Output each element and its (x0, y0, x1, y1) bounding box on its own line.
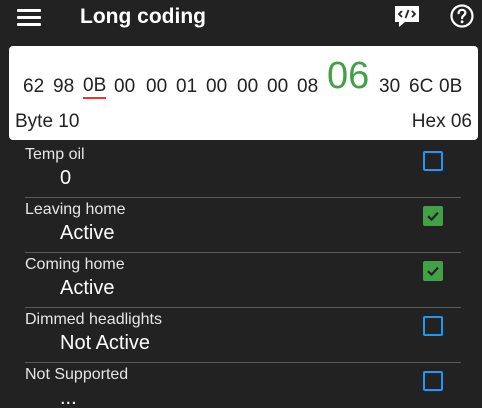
hex-byte[interactable]: 00 (114, 75, 135, 99)
help-circle-icon[interactable] (450, 4, 474, 28)
hex-byte[interactable]: 00 (146, 75, 167, 99)
byte-panel: 62 98 0B 00 00 01 00 00 00 08 06 30 6C 0B Byte 10 Hex… (9, 46, 478, 140)
option-value: Active (60, 222, 115, 244)
option-row[interactable]: Not Supported... (25, 363, 461, 408)
hex-value-label: Hex 06 (411, 111, 472, 132)
hex-byte[interactable]: 01 (176, 75, 197, 99)
page-title: Long coding (80, 5, 206, 28)
hex-byte[interactable]: 98 (53, 75, 74, 99)
hex-byte-selected[interactable]: 0B (83, 75, 107, 99)
hex-byte[interactable]: 08 (297, 75, 318, 99)
code-bubble-icon[interactable] (393, 4, 421, 29)
option-row[interactable]: Leaving home Active (25, 198, 461, 253)
hamburger-menu-icon[interactable] (17, 9, 41, 27)
option-value: Active (60, 277, 115, 299)
checkbox-checked[interactable] (423, 206, 443, 226)
option-value: Not Active (60, 332, 151, 354)
option-row[interactable]: Dimmed headlights Not Active (25, 308, 461, 363)
checkbox-checked[interactable] (423, 261, 443, 281)
hex-byte-row: 62 98 0B 00 00 01 00 00 00 08 06 30 6C 0B (9, 46, 478, 110)
top-app-bar: Long coding (0, 0, 482, 44)
hex-byte[interactable]: 30 (379, 75, 400, 99)
option-label: Leaving home (25, 201, 126, 218)
hex-byte[interactable]: 00 (237, 75, 258, 99)
hex-byte-current[interactable]: 06 (327, 54, 369, 98)
option-value: 0 (60, 167, 72, 189)
option-label: Temp oil (25, 146, 85, 163)
option-row[interactable]: Coming home Active (25, 253, 461, 308)
checkbox-unchecked[interactable] (423, 316, 443, 336)
checkmark-icon (427, 266, 439, 277)
byte-index-label: Byte 10 (15, 111, 80, 132)
option-value: ... (60, 387, 77, 408)
checkbox-unchecked[interactable] (423, 151, 443, 171)
option-label: Dimmed headlights (25, 311, 162, 328)
option-row[interactable]: Temp oil 0 (25, 143, 461, 198)
hex-byte[interactable]: 00 (267, 75, 288, 99)
checkbox-unchecked[interactable] (423, 371, 443, 391)
hex-byte[interactable]: 6C (409, 75, 433, 99)
hex-byte[interactable]: 00 (206, 75, 227, 99)
hex-byte[interactable]: 62 (23, 75, 44, 99)
app-root: Long coding 62 98 0B 00 00 01 00 00 00 08 06 30 6C 0B… (0, 0, 482, 408)
option-label: Not Supported (25, 366, 129, 383)
checkmark-icon (427, 211, 439, 222)
hex-byte[interactable]: 0B (439, 75, 462, 99)
option-label: Coming home (25, 256, 125, 273)
